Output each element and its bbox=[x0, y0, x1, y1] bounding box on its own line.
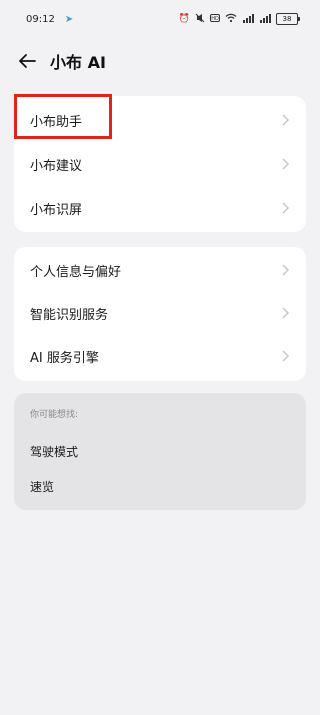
card-xiaobu-features: 小布助手 小布建议 小布识屏 bbox=[14, 96, 306, 232]
status-right: ⏰ HD 38 bbox=[178, 13, 300, 26]
battery-level: 38 bbox=[282, 15, 292, 23]
hd-icon: HD bbox=[210, 13, 220, 25]
chevron-right-icon bbox=[282, 350, 289, 362]
chevron-right-icon bbox=[282, 114, 289, 126]
chevron-right-icon bbox=[282, 307, 289, 319]
signal-1-icon bbox=[242, 13, 254, 26]
row-ai-service-engine[interactable]: AI 服务引擎 bbox=[14, 336, 306, 376]
row-label: 小布识屏 bbox=[30, 202, 83, 218]
back-arrow-icon bbox=[19, 54, 36, 68]
link-driving-mode[interactable]: 驾驶模式 bbox=[30, 443, 78, 460]
status-time: 09:12 bbox=[26, 13, 55, 25]
status-left: 09:12 ➤ bbox=[26, 14, 73, 25]
row-xiaobu-suggestions[interactable]: 小布建议 bbox=[14, 144, 306, 184]
settings-screen: 09:12 ➤ ⏰ HD 38 小布 AI 小布助手 小布建议 小布识屏 个人信… bbox=[0, 0, 320, 715]
row-xiaobu-screen-recognition[interactable]: 小布识屏 bbox=[14, 188, 306, 228]
back-button[interactable] bbox=[12, 46, 42, 76]
status-bar: 09:12 ➤ ⏰ HD 38 bbox=[0, 0, 320, 38]
suggestions-hint: 你可能想找: bbox=[30, 410, 79, 420]
navigation-arrow-icon: ➤ bbox=[64, 13, 74, 25]
row-xiaobu-assistant[interactable]: 小布助手 bbox=[14, 100, 306, 140]
mute-icon bbox=[195, 13, 205, 26]
link-quick-view[interactable]: 速览 bbox=[30, 478, 54, 495]
row-personal-info-preferences[interactable]: 个人信息与偏好 bbox=[14, 250, 306, 290]
alarm-icon: ⏰ bbox=[178, 14, 190, 24]
svg-text:HD: HD bbox=[211, 16, 219, 22]
chevron-right-icon bbox=[282, 264, 289, 276]
row-smart-recognition-service[interactable]: 智能识别服务 bbox=[14, 293, 306, 333]
page-header: 小布 AI bbox=[0, 44, 320, 78]
row-label: 个人信息与偏好 bbox=[30, 264, 122, 280]
wifi-icon bbox=[225, 13, 237, 26]
card-ai-settings: 个人信息与偏好 智能识别服务 AI 服务引擎 bbox=[14, 247, 306, 381]
row-label: 小布建议 bbox=[30, 158, 83, 174]
row-label: AI 服务引擎 bbox=[30, 350, 99, 366]
row-label: 小布助手 bbox=[30, 114, 83, 130]
row-label: 智能识别服务 bbox=[30, 307, 109, 323]
chevron-right-icon bbox=[282, 158, 289, 170]
card-suggestions: 你可能想找: 驾驶模式 速览 bbox=[14, 393, 306, 510]
page-title: 小布 AI bbox=[50, 53, 106, 72]
signal-2-icon bbox=[259, 13, 271, 26]
battery-icon: 38 bbox=[276, 13, 300, 25]
chevron-right-icon bbox=[282, 202, 289, 214]
